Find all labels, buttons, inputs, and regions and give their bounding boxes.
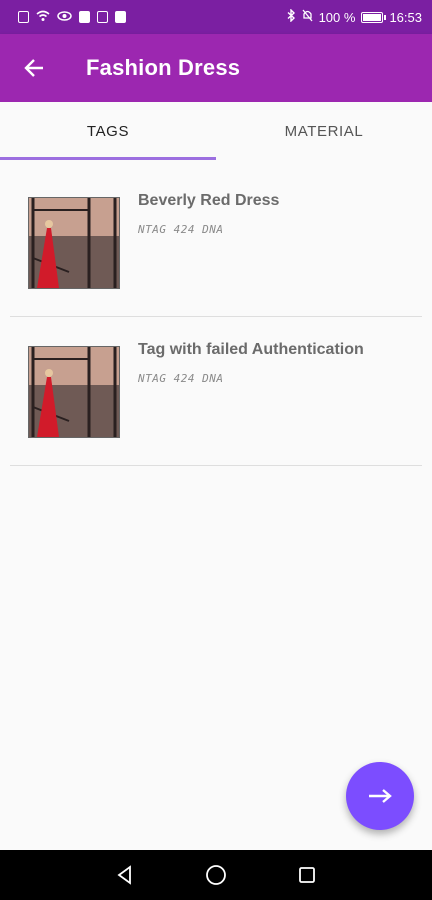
clock: 16:53 xyxy=(389,9,422,25)
wifi-icon xyxy=(36,10,50,25)
battery-percent: 100 % xyxy=(318,9,356,25)
item-subtitle: NTAG 424 DNA xyxy=(138,372,224,385)
notification-icons xyxy=(18,10,126,25)
item-subtitle: NTAG 424 DNA xyxy=(138,223,224,236)
list-item[interactable]: Beverly Red Dress NTAG 424 DNA xyxy=(10,168,422,317)
recents-square-icon xyxy=(298,867,315,883)
app-bar: Fashion Dress xyxy=(0,34,432,102)
nav-recents-button[interactable] xyxy=(292,860,322,890)
calendar-icon xyxy=(97,11,108,23)
tab-bar: TAGS MATERIAL xyxy=(0,102,432,160)
nav-home-button[interactable] xyxy=(201,860,231,890)
nfc-icon xyxy=(79,11,90,23)
file-icon xyxy=(18,11,29,23)
back-button[interactable] xyxy=(14,48,54,88)
item-title: Beverly Red Dress xyxy=(138,192,280,209)
tag-list: Beverly Red Dress NTAG 424 DNA Tag with … xyxy=(10,168,422,466)
item-title: Tag with failed Authentication xyxy=(138,341,364,358)
back-triangle-icon xyxy=(117,865,132,885)
bluetooth-icon xyxy=(287,8,296,25)
arrow-left-icon xyxy=(24,59,43,77)
arrow-right-icon xyxy=(369,789,392,803)
status-right: 100 % 16:53 xyxy=(287,8,422,25)
mute-bell-icon xyxy=(302,9,313,25)
page-title: Fashion Dress xyxy=(86,55,241,80)
tab-material[interactable]: MATERIAL xyxy=(216,102,432,160)
list-item[interactable]: Tag with failed Authentication NTAG 424 … xyxy=(10,317,422,466)
battery-icon xyxy=(361,11,387,23)
tab-tags[interactable]: TAGS xyxy=(0,102,216,160)
home-circle-icon xyxy=(206,865,226,885)
nav-back-button[interactable] xyxy=(110,860,140,890)
red-dress-photo xyxy=(28,197,120,289)
next-fab-button[interactable] xyxy=(346,762,414,830)
eye-icon xyxy=(57,10,72,25)
status-bar: 100 % 16:53 xyxy=(0,0,432,34)
red-dress-photo xyxy=(28,346,120,438)
app-icon xyxy=(115,11,126,23)
system-nav-bar xyxy=(0,850,432,900)
